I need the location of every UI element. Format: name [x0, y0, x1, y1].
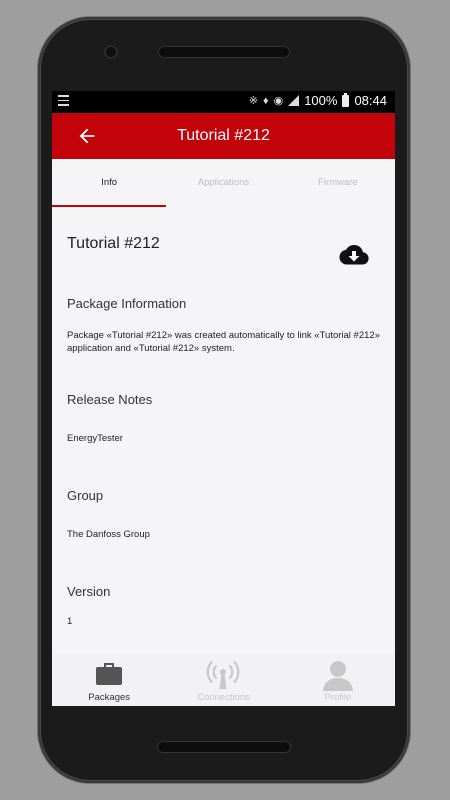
wifi-icon: ◉ [273, 95, 284, 107]
package-information-heading: Package Information [67, 296, 187, 311]
clock: 08:44 [354, 93, 387, 108]
toolbar-title: Tutorial #212 [177, 127, 270, 144]
nav-connections[interactable]: Connections [166, 654, 280, 706]
toolbar: Tutorial #212 [52, 113, 395, 159]
bottom-speaker [157, 741, 291, 753]
mute-icon: ♦ [262, 94, 269, 107]
tab-applications[interactable]: Applications [166, 159, 280, 207]
tab-info[interactable]: Info [52, 159, 167, 207]
cloud-download-icon[interactable] [339, 243, 369, 267]
briefcase-icon [96, 663, 123, 685]
release-notes-text: EnergyTester [67, 433, 123, 444]
antenna-icon [207, 660, 240, 689]
package-title: Tutorial #212 [67, 235, 160, 252]
notification-menu-icon [58, 95, 69, 109]
nav-packages[interactable]: Packages [52, 654, 166, 706]
status-bar: ※ ♦ ◉ 100% 08:44 [52, 91, 395, 113]
bottom-navigation: Packages Connections Profile [52, 654, 395, 706]
user-icon [322, 661, 353, 691]
group-text: The Danfoss Group [67, 529, 150, 540]
nav-packages-label: Packages [88, 692, 131, 703]
nav-profile[interactable]: Profile [281, 654, 395, 706]
version-heading: Version [67, 584, 111, 599]
front-camera [104, 45, 118, 59]
battery-icon [342, 92, 350, 107]
signal-icon [288, 95, 300, 106]
nav-connections-label: Connections [197, 692, 250, 703]
top-speaker [158, 46, 290, 58]
nav-profile-label: Profile [324, 692, 352, 703]
release-notes-heading: Release Notes [67, 392, 153, 407]
version-text: 1 [67, 616, 73, 627]
group-heading: Group [67, 488, 104, 503]
tab-firmware[interactable]: Firmware [281, 159, 395, 207]
battery-percent: 100% [304, 93, 338, 108]
bluetooth-icon: ※ [248, 95, 258, 107]
screen: ※ ♦ ◉ 100% 08:44 Tutorial #212 Info Appl… [52, 91, 395, 706]
package-information-text: Package «Tutorial #212» was created auto… [67, 330, 380, 354]
tab-bar: Info Applications Firmware [52, 159, 395, 207]
